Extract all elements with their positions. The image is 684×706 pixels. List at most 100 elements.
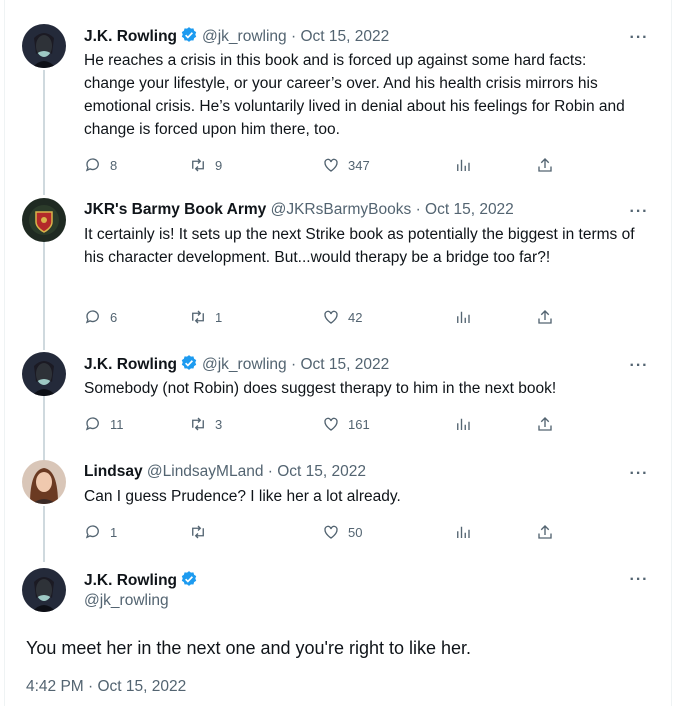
like-icon <box>324 310 338 324</box>
retweet-count: 9 <box>215 157 223 173</box>
tweet-text: He reaches a crisis in this book and is … <box>84 52 625 138</box>
share-button[interactable] <box>536 414 562 434</box>
tweet-1[interactable]: J.K. Rowling @jk_rowling · Oct 15, 2022 ·… <box>5 0 671 195</box>
tweet-header: JKR's Barmy Book Army @JKRsBarmyBooks · … <box>84 200 631 220</box>
author-handle[interactable]: @jk_rowling <box>84 592 169 610</box>
thread-line <box>43 240 45 350</box>
main-tweet-text: You meet her in the next one and you're … <box>26 638 472 658</box>
share-button[interactable] <box>536 307 562 327</box>
tweet-text: Somebody (not Robin) does suggest therap… <box>84 380 557 397</box>
author-name[interactable]: Lindsay <box>84 463 143 480</box>
retweet-count: 1 <box>215 309 223 325</box>
retweet-count: 3 <box>215 416 223 432</box>
verified-badge-icon <box>180 26 198 50</box>
like-button[interactable]: 50 <box>322 522 362 542</box>
reply-button[interactable]: 11 <box>84 414 124 434</box>
separator: · <box>267 463 273 480</box>
share-button[interactable] <box>536 155 562 175</box>
retweet-button[interactable]: 1 <box>189 307 222 327</box>
author-name[interactable]: J.K. Rowling <box>84 28 177 45</box>
views-button[interactable] <box>454 155 480 175</box>
views-button[interactable] <box>454 522 480 542</box>
like-icon <box>324 525 338 539</box>
views-icon <box>457 526 470 538</box>
tweet-timestamp[interactable]: 4:42 PM · Oct 15, 2022 <box>26 678 186 696</box>
separator: · <box>415 201 421 218</box>
like-count: 161 <box>348 416 370 432</box>
author-name[interactable]: J.K. Rowling <box>84 572 177 589</box>
avatar[interactable] <box>22 568 66 612</box>
tweet-date[interactable]: Oct 15, 2022 <box>300 356 389 373</box>
author-handle[interactable]: @jk_rowling <box>202 28 287 45</box>
author-handle[interactable]: @jk_rowling <box>202 356 287 373</box>
tweet-text: It certainly is! It sets up the next Str… <box>84 226 635 266</box>
conversation-thread: J.K. Rowling @jk_rowling · Oct 15, 2022 ·… <box>4 0 672 706</box>
author-handle[interactable]: @LindsayMLand <box>147 463 264 480</box>
reply-icon <box>85 525 99 539</box>
like-button[interactable]: 42 <box>322 307 362 327</box>
action-bar: 1 50 <box>84 522 671 542</box>
tweet-text: Can I guess Prudence? I like her a lot a… <box>84 488 401 505</box>
tweet-header: J.K. Rowling @jk_rowling · Oct 15, 2022 <box>84 354 631 378</box>
reply-count: 8 <box>110 157 118 173</box>
reply-icon <box>85 310 99 324</box>
share-icon <box>538 525 552 539</box>
share-icon <box>538 310 552 324</box>
separator: · <box>290 356 297 373</box>
like-count: 347 <box>348 157 370 173</box>
tweet-date[interactable]: Oct 15, 2022 <box>300 28 389 45</box>
action-bar: 11 3 161 <box>84 414 671 434</box>
reply-count: 1 <box>110 524 118 540</box>
tweet-date[interactable]: Oct 15, 2022 <box>277 463 366 480</box>
retweet-button[interactable]: 3 <box>189 414 222 434</box>
avatar[interactable] <box>22 24 66 68</box>
avatar[interactable] <box>22 352 66 396</box>
like-count: 42 <box>348 309 363 325</box>
reply-button[interactable]: 8 <box>84 155 117 175</box>
retweet-icon <box>192 158 204 172</box>
verified-badge-icon <box>180 354 198 378</box>
views-icon <box>457 159 470 171</box>
retweet-icon <box>192 417 204 431</box>
like-button[interactable]: 347 <box>322 155 370 175</box>
share-button[interactable] <box>536 522 562 542</box>
like-button[interactable]: 161 <box>322 414 370 434</box>
like-icon <box>324 158 338 172</box>
action-bar: 8 9 347 <box>84 155 671 175</box>
tweet-3[interactable]: J.K. Rowling @jk_rowling · Oct 15, 2022 ·… <box>5 342 671 462</box>
thread-line <box>43 506 45 562</box>
avatar[interactable] <box>22 460 66 504</box>
tweet-4[interactable]: Lindsay @LindsayMLand · Oct 15, 2022 ···… <box>5 450 671 562</box>
avatar[interactable] <box>22 198 66 242</box>
retweet-icon <box>192 310 204 324</box>
reply-button[interactable]: 1 <box>84 522 117 542</box>
like-count: 50 <box>348 524 363 540</box>
author-name[interactable]: JKR's Barmy Book Army <box>84 201 266 218</box>
author-name[interactable]: J.K. Rowling <box>84 356 177 373</box>
tweet-header: Lindsay @LindsayMLand · Oct 15, 2022 <box>84 462 631 482</box>
retweet-icon <box>192 525 204 539</box>
like-icon <box>324 417 338 431</box>
tweet-header: J.K. Rowling @jk_rowling · Oct 15, 2022 <box>84 26 631 50</box>
reply-button[interactable]: 6 <box>84 307 117 327</box>
thread-line <box>43 70 45 195</box>
verified-badge-icon <box>180 570 198 593</box>
reply-count: 6 <box>110 309 118 325</box>
action-bar: 6 1 42 <box>84 307 671 327</box>
main-author-name-row: J.K. Rowling <box>84 570 202 593</box>
views-button[interactable] <box>454 307 480 327</box>
author-handle[interactable]: @JKRsBarmyBooks <box>271 201 412 218</box>
tweet-date[interactable]: Oct 15, 2022 <box>425 201 514 218</box>
reply-icon <box>85 417 99 431</box>
tweet-2[interactable]: JKR's Barmy Book Army @JKRsBarmyBooks · … <box>5 190 671 350</box>
views-icon <box>457 418 470 430</box>
views-icon <box>457 311 470 323</box>
share-icon <box>538 417 552 431</box>
views-button[interactable] <box>454 414 480 434</box>
reply-count: 11 <box>110 416 124 432</box>
retweet-button[interactable] <box>189 522 215 542</box>
separator: · <box>290 28 297 45</box>
share-icon <box>538 158 552 172</box>
retweet-button[interactable]: 9 <box>189 155 222 175</box>
more-icon[interactable]: ··· <box>629 572 649 594</box>
